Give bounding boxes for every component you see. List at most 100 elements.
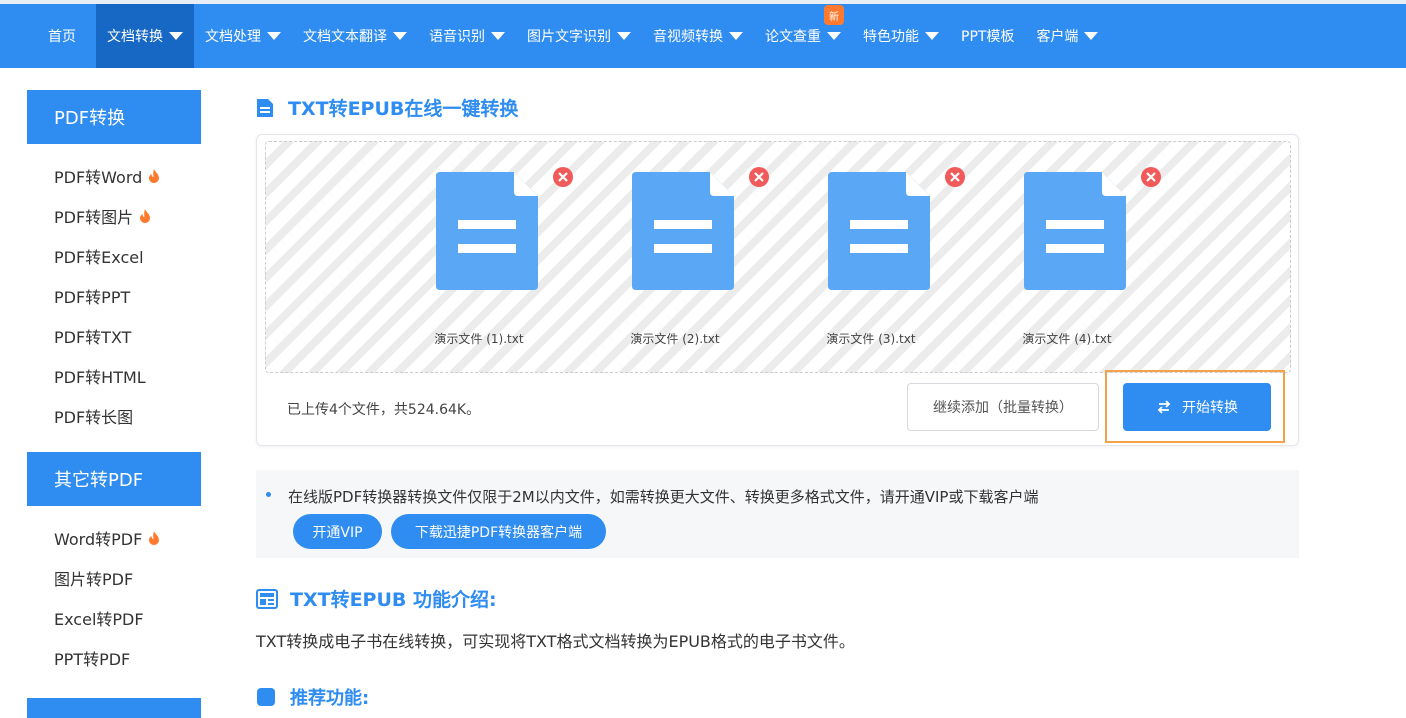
sidebar-item-label: PDF转PPT xyxy=(54,288,131,307)
uploaded-file: 演示文件 (1).txt xyxy=(414,167,573,352)
feature-intro-icon xyxy=(256,588,278,609)
nav-item-label: PPT模板 xyxy=(961,29,1015,45)
nav-item-label: 文档转换 xyxy=(107,29,163,45)
chevron-down-icon xyxy=(1084,32,1099,40)
notice-box: 在线版PDF转换器转换文件仅限于2M以内文件，如需转换更大文件、转换更多格式文件… xyxy=(256,470,1299,558)
sidebar: PDF转换 PDF转Word PDF转图片 PDF转Excel PDF转PPT PDF转… xyxy=(27,90,201,718)
nav-item-5[interactable]: 图片文字识别 xyxy=(516,4,642,68)
nav-item-label: 图片文字识别 xyxy=(527,29,611,45)
intro-description: TXT转换成电子书在线转换，可实现将TXT格式文档转换为EPUB格式的电子书文件… xyxy=(256,632,855,651)
recommend-section-title-text: 推荐功能: xyxy=(290,688,370,709)
sidebar-item[interactable]: PDF转图片 xyxy=(27,196,201,236)
nav-item-4[interactable]: 语音识别 xyxy=(418,4,516,68)
start-convert-button[interactable]: 开始转换 xyxy=(1123,383,1271,431)
file-name: 演示文件 (2).txt xyxy=(630,332,720,346)
chevron-down-icon xyxy=(827,32,841,40)
sidebar-item-label: 图片转PDF xyxy=(54,570,134,589)
chevron-down-icon xyxy=(729,32,743,40)
nav-item-label: 特色功能 xyxy=(863,29,919,45)
upload-card: 演示文件 (1).txt 演示文件 (2).txt 演示文件 (3).txt 演示文件… xyxy=(256,134,1299,446)
sidebar-item[interactable]: PDF转Excel xyxy=(27,236,201,276)
new-badge: 新 xyxy=(824,5,844,25)
nav-menu: 首页 文档转换 文档处理 文档文本翻译 语音识别 图片文字识别 音视频转换 论文查重新特色功能… xyxy=(0,4,1109,68)
sidebar-item[interactable]: PDF转PPT xyxy=(27,276,201,316)
file-name: 演示文件 (3).txt xyxy=(826,332,916,346)
remove-file-icon[interactable] xyxy=(944,166,966,188)
sidebar-item-label: Excel转PDF xyxy=(54,610,144,629)
txt-file-icon xyxy=(632,172,734,290)
sidebar-item-label: PDF转Excel xyxy=(54,248,144,267)
download-client-button[interactable]: 下载迅捷PDF转换器客户端 xyxy=(391,514,606,549)
sidebar-group-pdf-convert-title[interactable]: PDF转换 xyxy=(27,90,201,144)
sidebar-item[interactable]: PDF转TXT xyxy=(27,316,201,356)
nav-item-0[interactable]: 首页 xyxy=(0,4,96,68)
hot-fire-icon xyxy=(149,169,160,183)
sidebar-group-pdf-convert-list: PDF转Word PDF转图片 PDF转Excel PDF转PPT PDF转TXT PDF… xyxy=(27,144,201,448)
recommend-icon xyxy=(257,688,275,706)
start-convert-label: 开始转换 xyxy=(1182,400,1238,416)
sidebar-item[interactable]: Excel转PDF xyxy=(27,598,201,638)
add-more-files-button[interactable]: 继续添加（批量转换） xyxy=(907,383,1099,431)
page-title: TXT转EPUB在线一键转换 xyxy=(256,94,518,121)
txt-file-icon xyxy=(828,172,930,290)
sidebar-item-label: PDF转图片 xyxy=(54,208,134,227)
sidebar-item-label: PDF转Word xyxy=(54,168,143,187)
file-name: 演示文件 (1).txt xyxy=(434,332,524,346)
notice-text: 在线版PDF转换器转换文件仅限于2M以内文件，如需转换更大文件、转换更多格式文件… xyxy=(288,488,1039,506)
chevron-down-icon xyxy=(617,32,631,40)
nav-item-2[interactable]: 文档处理 xyxy=(194,4,292,68)
sidebar-item-label: Word转PDF xyxy=(54,530,143,549)
page-title-text: TXT转EPUB在线一键转换 xyxy=(288,98,519,120)
sidebar-group-other-to-pdf-title[interactable]: 其它转PDF xyxy=(27,452,201,506)
nav-item-label: 音视频转换 xyxy=(653,29,723,45)
nav-item-6[interactable]: 音视频转换 xyxy=(642,4,754,68)
nav-item-label: 文档文本翻译 xyxy=(303,29,387,45)
file-name: 演示文件 (4).txt xyxy=(1022,332,1112,346)
uploaded-file: 演示文件 (3).txt xyxy=(806,167,965,352)
chevron-down-icon xyxy=(925,32,939,40)
sidebar-item[interactable]: PDF转Word xyxy=(27,156,201,196)
uploaded-file: 演示文件 (2).txt xyxy=(610,167,769,352)
upload-summary: 已上传4个文件，共524.64K。 xyxy=(287,402,481,418)
sidebar-item[interactable]: PDF转长图 xyxy=(27,396,201,436)
open-vip-button[interactable]: 开通VIP xyxy=(293,514,382,549)
sidebar-item-label: PDF转长图 xyxy=(54,408,134,427)
remove-file-icon[interactable] xyxy=(1140,166,1162,188)
chevron-down-icon xyxy=(393,32,407,40)
start-button-highlight: 开始转换 xyxy=(1105,370,1285,443)
sidebar-item[interactable]: Word转PDF xyxy=(27,518,201,558)
sidebar-item[interactable]: 图片转PDF xyxy=(27,558,201,598)
intro-section-title-text: TXT转EPUB 功能介绍: xyxy=(290,589,497,611)
top-navigation-bar: 首页 文档转换 文档处理 文档文本翻译 语音识别 图片文字识别 音视频转换 论文查重新特色功能… xyxy=(0,0,1406,68)
nav-item-1[interactable]: 文档转换 xyxy=(96,4,194,68)
nav-item-label: 文档处理 xyxy=(205,29,261,45)
remove-file-icon[interactable] xyxy=(748,166,770,188)
nav-item-8[interactable]: 特色功能 xyxy=(852,4,950,68)
swap-icon xyxy=(1157,400,1171,414)
sidebar-group-next-title[interactable] xyxy=(27,698,201,718)
recommend-section-title: 推荐功能: xyxy=(256,684,369,710)
sidebar-item[interactable]: PDF转HTML xyxy=(27,356,201,396)
chevron-down-icon xyxy=(491,32,505,40)
sidebar-item-label: PPT转PDF xyxy=(54,650,131,669)
nav-item-9[interactable]: PPT模板 xyxy=(950,4,1025,68)
nav-item-label: 首页 xyxy=(48,29,76,45)
sidebar-item[interactable]: PPT转PDF xyxy=(27,638,201,678)
txt-file-icon xyxy=(1024,172,1126,290)
document-icon xyxy=(257,98,273,117)
hot-fire-icon xyxy=(140,209,151,223)
chevron-down-icon xyxy=(267,32,281,40)
nav-item-label: 论文查重 xyxy=(765,29,821,45)
bullet-dot xyxy=(266,492,271,497)
file-dropzone[interactable]: 演示文件 (1).txt 演示文件 (2).txt 演示文件 (3).txt 演示文件… xyxy=(265,141,1291,373)
uploaded-file: 演示文件 (4).txt xyxy=(1002,167,1161,352)
remove-file-icon[interactable] xyxy=(552,166,574,188)
sidebar-item-label: PDF转TXT xyxy=(54,328,132,347)
nav-item-10[interactable]: 客户端 xyxy=(1025,4,1109,68)
nav-item-3[interactable]: 文档文本翻译 xyxy=(292,4,418,68)
sidebar-item-label: PDF转HTML xyxy=(54,368,146,387)
txt-file-icon xyxy=(436,172,538,290)
intro-section-title: TXT转EPUB 功能介绍: xyxy=(256,585,497,612)
nav-item-label: 客户端 xyxy=(1036,29,1079,45)
nav-item-7[interactable]: 论文查重新 xyxy=(754,4,852,68)
